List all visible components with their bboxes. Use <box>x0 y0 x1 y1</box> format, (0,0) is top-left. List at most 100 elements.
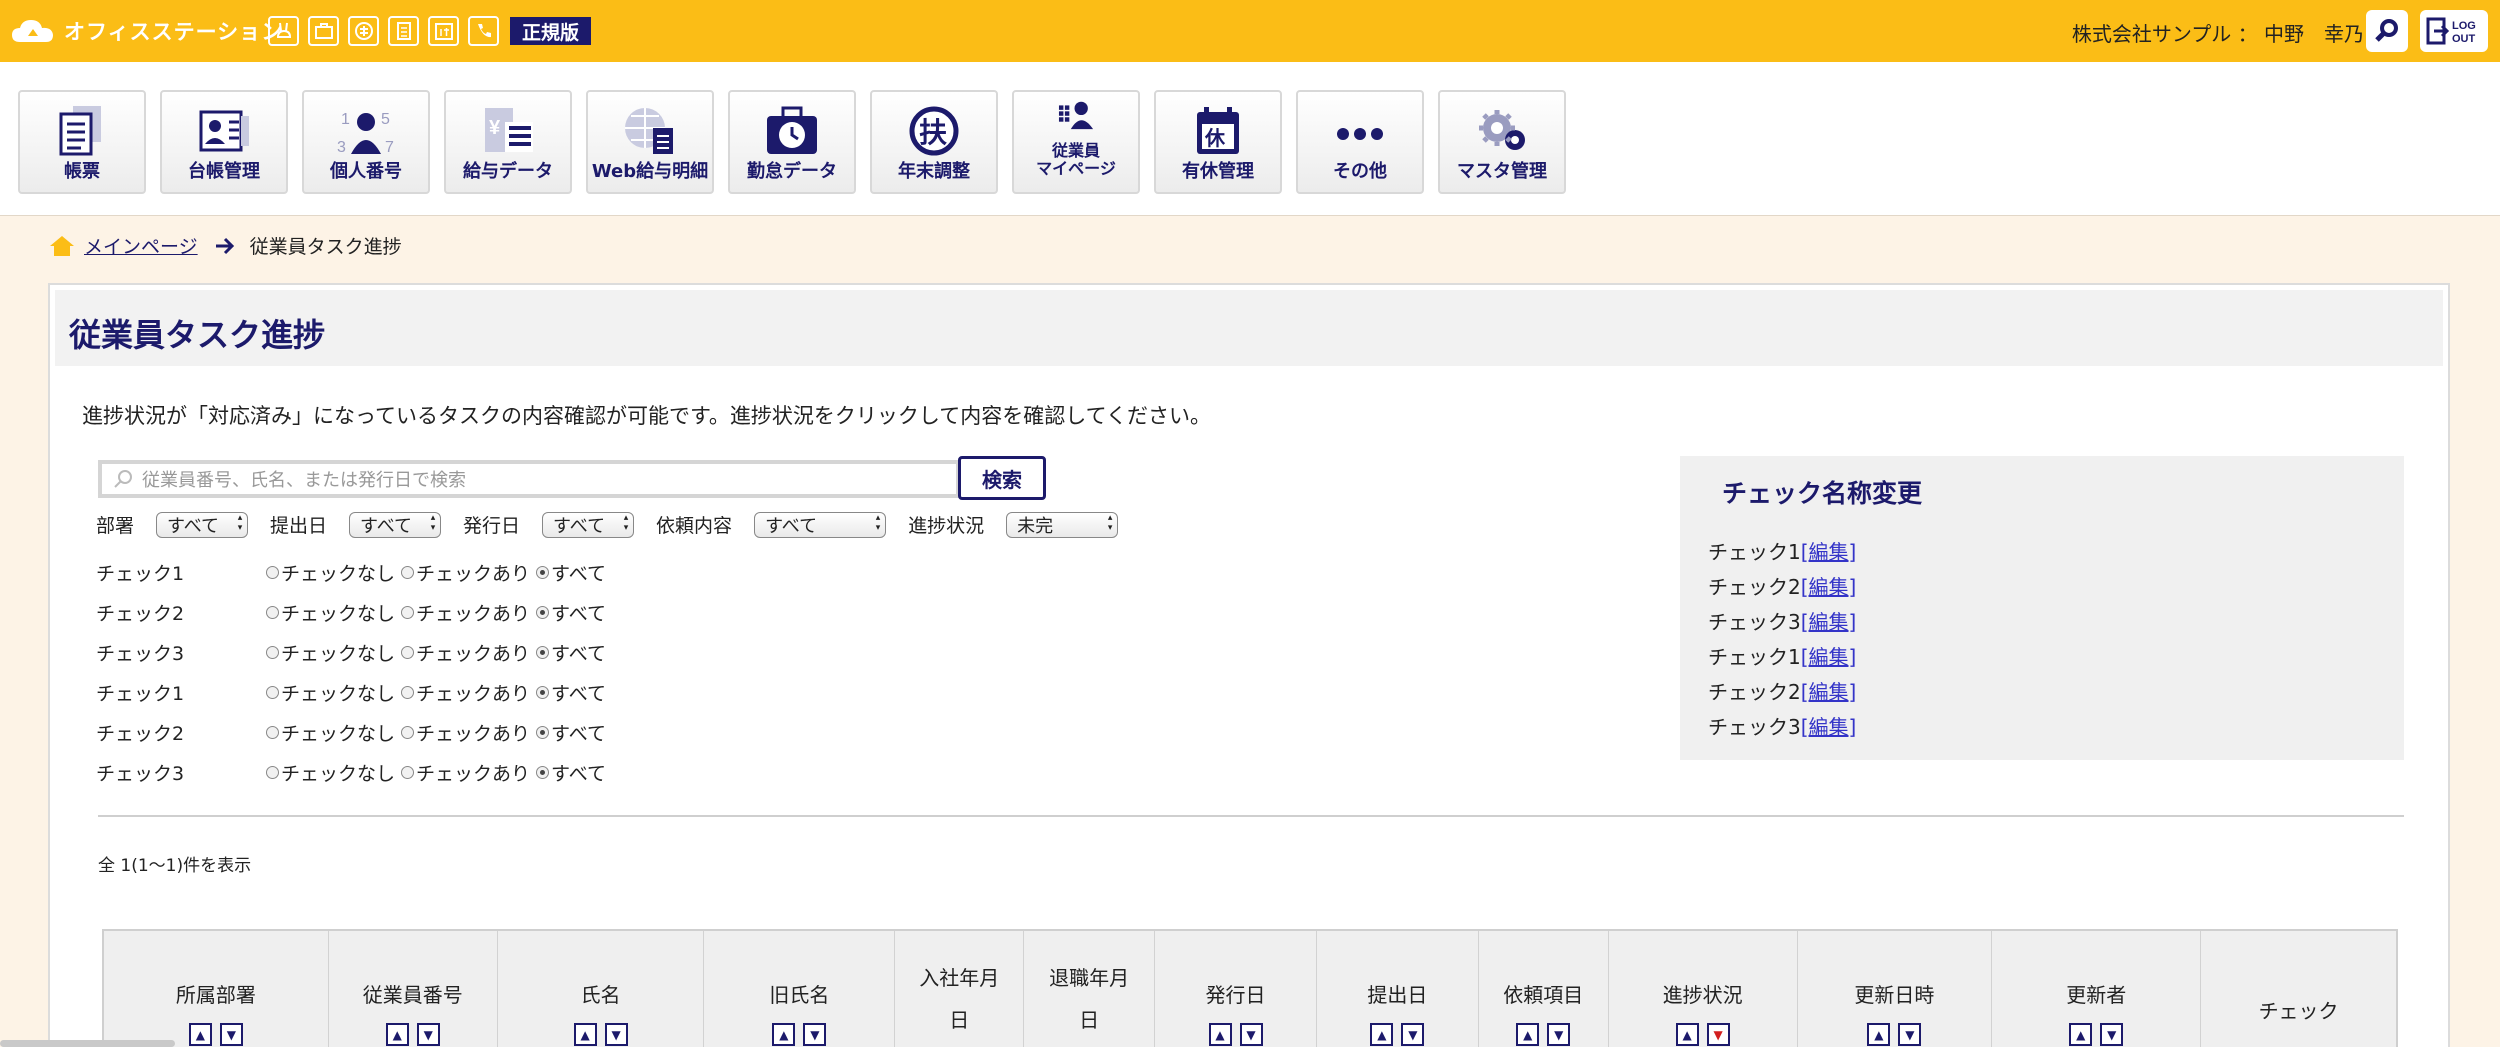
edit-link[interactable]: [編集] <box>1801 715 1857 739</box>
submission-date-select[interactable]: すべて <box>349 511 442 538</box>
department-select[interactable]: すべて <box>156 511 249 538</box>
radio-no-check[interactable]: チェックなし <box>266 559 395 586</box>
rename-item: チェック3[編集] <box>1708 715 1857 739</box>
edit-link[interactable]: [編集] <box>1801 575 1857 599</box>
filter-label-department: 部署 <box>96 515 135 537</box>
edit-link[interactable]: [編集] <box>1801 540 1857 564</box>
employee-mypage-icon <box>1058 101 1094 130</box>
search-icon <box>114 470 132 488</box>
svg-text:¥: ¥ <box>489 117 501 139</box>
nav-salary-data[interactable]: ¥ 給与データ <box>444 90 572 194</box>
yasumi-icon[interactable] <box>428 16 459 46</box>
radio-no-check[interactable]: チェックなし <box>266 599 395 626</box>
sort-asc-button[interactable]: ▲ <box>573 1023 597 1046</box>
progress-select[interactable]: 未完 <box>1006 511 1119 538</box>
sort-asc-button[interactable]: ▲ <box>1208 1023 1232 1046</box>
nav-reports[interactable]: 帳票 <box>18 90 146 194</box>
nav-master-settings[interactable]: マスタ管理 <box>1438 90 1566 194</box>
result-count: 全 1(1〜1)件を表示 <box>98 856 252 876</box>
sort-desc-button[interactable]: ▼ <box>803 1023 827 1046</box>
rename-item: チェック2[編集] <box>1708 680 1857 704</box>
radio-all[interactable]: すべて <box>536 599 606 626</box>
home-icon <box>50 235 74 256</box>
sort-desc-button[interactable]: ▼ <box>1547 1023 1571 1046</box>
sort-asc-button[interactable]: ▲ <box>1675 1023 1699 1046</box>
check-filter-row: チェック3 チェックなし チェックあり すべて <box>96 759 612 786</box>
sort-asc-button[interactable]: ▲ <box>385 1023 409 1046</box>
document-icon[interactable] <box>388 16 419 46</box>
sort-desc-button-active[interactable]: ▼ <box>1706 1023 1730 1046</box>
svg-text:5: 5 <box>381 111 390 128</box>
logout-button[interactable]: LOG OUT <box>2420 10 2488 52</box>
edit-link[interactable]: [編集] <box>1801 645 1857 669</box>
panel-header: 従業員タスク進捗 <box>55 290 2443 366</box>
briefcase-icon[interactable] <box>308 16 339 46</box>
sort-desc-button[interactable]: ▼ <box>416 1023 440 1046</box>
edit-link[interactable]: [編集] <box>1801 610 1857 634</box>
request-select[interactable]: すべて <box>754 511 887 538</box>
phone-icon[interactable] <box>468 16 499 46</box>
radio-all[interactable]: すべて <box>536 719 606 746</box>
global-search-button[interactable] <box>2366 10 2408 52</box>
radio-all[interactable]: すべて <box>536 759 606 786</box>
sort-asc-button[interactable]: ▲ <box>188 1023 212 1046</box>
nav-label: 勤怠データ <box>747 161 837 182</box>
nav-more[interactable]: その他 <box>1296 90 1424 194</box>
issue-date-select[interactable]: すべて <box>542 511 635 538</box>
breadcrumb-home-link[interactable]: メインページ <box>84 232 198 259</box>
column-header-progress: 進捗状況 ▲ ▼ <box>1609 931 1798 1047</box>
search-input[interactable]: 従業員番号、氏名、または発行日で検索 <box>98 460 960 498</box>
rename-item: チェック3[編集] <box>1708 610 1857 634</box>
nav-employee-mypage[interactable]: 従業員 マイページ <box>1012 90 1140 194</box>
salary-icon: ¥ <box>485 108 533 152</box>
radio-all[interactable]: すべて <box>536 639 606 666</box>
top-quick-icons <box>268 16 499 46</box>
rabbit-icon[interactable] <box>268 16 299 46</box>
radio-no-check[interactable]: チェックなし <box>266 759 395 786</box>
sort-asc-button[interactable]: ▲ <box>772 1023 796 1046</box>
check-filter-row: チェック2 チェックなし チェックあり すべて <box>96 719 612 746</box>
nav-paid-leave[interactable]: 休 有休管理 <box>1154 90 1282 194</box>
check-rename-box: チェック名称変更 チェック1[編集] チェック2[編集] チェック3[編集] チ… <box>1680 456 2404 760</box>
sort-asc-button[interactable]: ▲ <box>1370 1023 1394 1046</box>
radio-checked[interactable]: チェックあり <box>401 639 530 666</box>
main-nav: 帳票 台帳管理 1537 個人番号 ¥ 給与データ Web給与明細 勤怠データ … <box>0 62 2500 216</box>
sort-asc-button[interactable]: ▲ <box>1516 1023 1540 1046</box>
sort-desc-button[interactable]: ▼ <box>1898 1023 1922 1046</box>
fu-icon[interactable] <box>348 16 379 46</box>
radio-checked[interactable]: チェックあり <box>401 759 530 786</box>
horizontal-scrollbar[interactable] <box>0 1040 175 1047</box>
column-header-request-item: 依頼項目 ▲ ▼ <box>1479 931 1609 1047</box>
radio-all[interactable]: すべて <box>536 559 606 586</box>
radio-checked[interactable]: チェックあり <box>401 559 530 586</box>
radio-no-check[interactable]: チェックなし <box>266 679 395 706</box>
svg-text:扶: 扶 <box>919 116 947 149</box>
search-button[interactable]: 検索 <box>958 456 1046 500</box>
nav-attendance[interactable]: 勤怠データ <box>728 90 856 194</box>
app-name: オフィスステーション <box>64 20 284 44</box>
master-settings-icon <box>1479 110 1525 150</box>
app-logo[interactable]: オフィスステーション <box>10 16 283 46</box>
radio-checked[interactable]: チェックあり <box>401 719 530 746</box>
edit-link[interactable]: [編集] <box>1801 680 1857 704</box>
sort-desc-button[interactable]: ▼ <box>1401 1023 1425 1046</box>
nav-web-payslip[interactable]: Web給与明細 <box>586 90 714 194</box>
filter-label-issue-date: 発行日 <box>463 515 521 537</box>
sort-asc-button[interactable]: ▲ <box>2069 1023 2093 1046</box>
nav-year-end[interactable]: 扶 年末調整 <box>870 90 998 194</box>
radio-all[interactable]: すべて <box>536 679 606 706</box>
nav-label: 年末調整 <box>898 161 970 182</box>
my-number-icon: 1 53 7 <box>337 111 394 156</box>
sort-desc-button[interactable]: ▼ <box>604 1023 628 1046</box>
sort-desc-button[interactable]: ▼ <box>2100 1023 2124 1046</box>
sort-desc-button[interactable]: ▼ <box>219 1023 243 1046</box>
radio-checked[interactable]: チェックあり <box>401 679 530 706</box>
sort-desc-button[interactable]: ▼ <box>1239 1023 1263 1046</box>
radio-no-check[interactable]: チェックなし <box>266 639 395 666</box>
radio-no-check[interactable]: チェックなし <box>266 719 395 746</box>
sort-asc-button[interactable]: ▲ <box>1867 1023 1891 1046</box>
nav-ledger[interactable]: 台帳管理 <box>160 90 288 194</box>
nav-label: Web給与明細 <box>591 161 709 182</box>
nav-my-number[interactable]: 1537 個人番号 <box>302 90 430 194</box>
radio-checked[interactable]: チェックあり <box>401 599 530 626</box>
